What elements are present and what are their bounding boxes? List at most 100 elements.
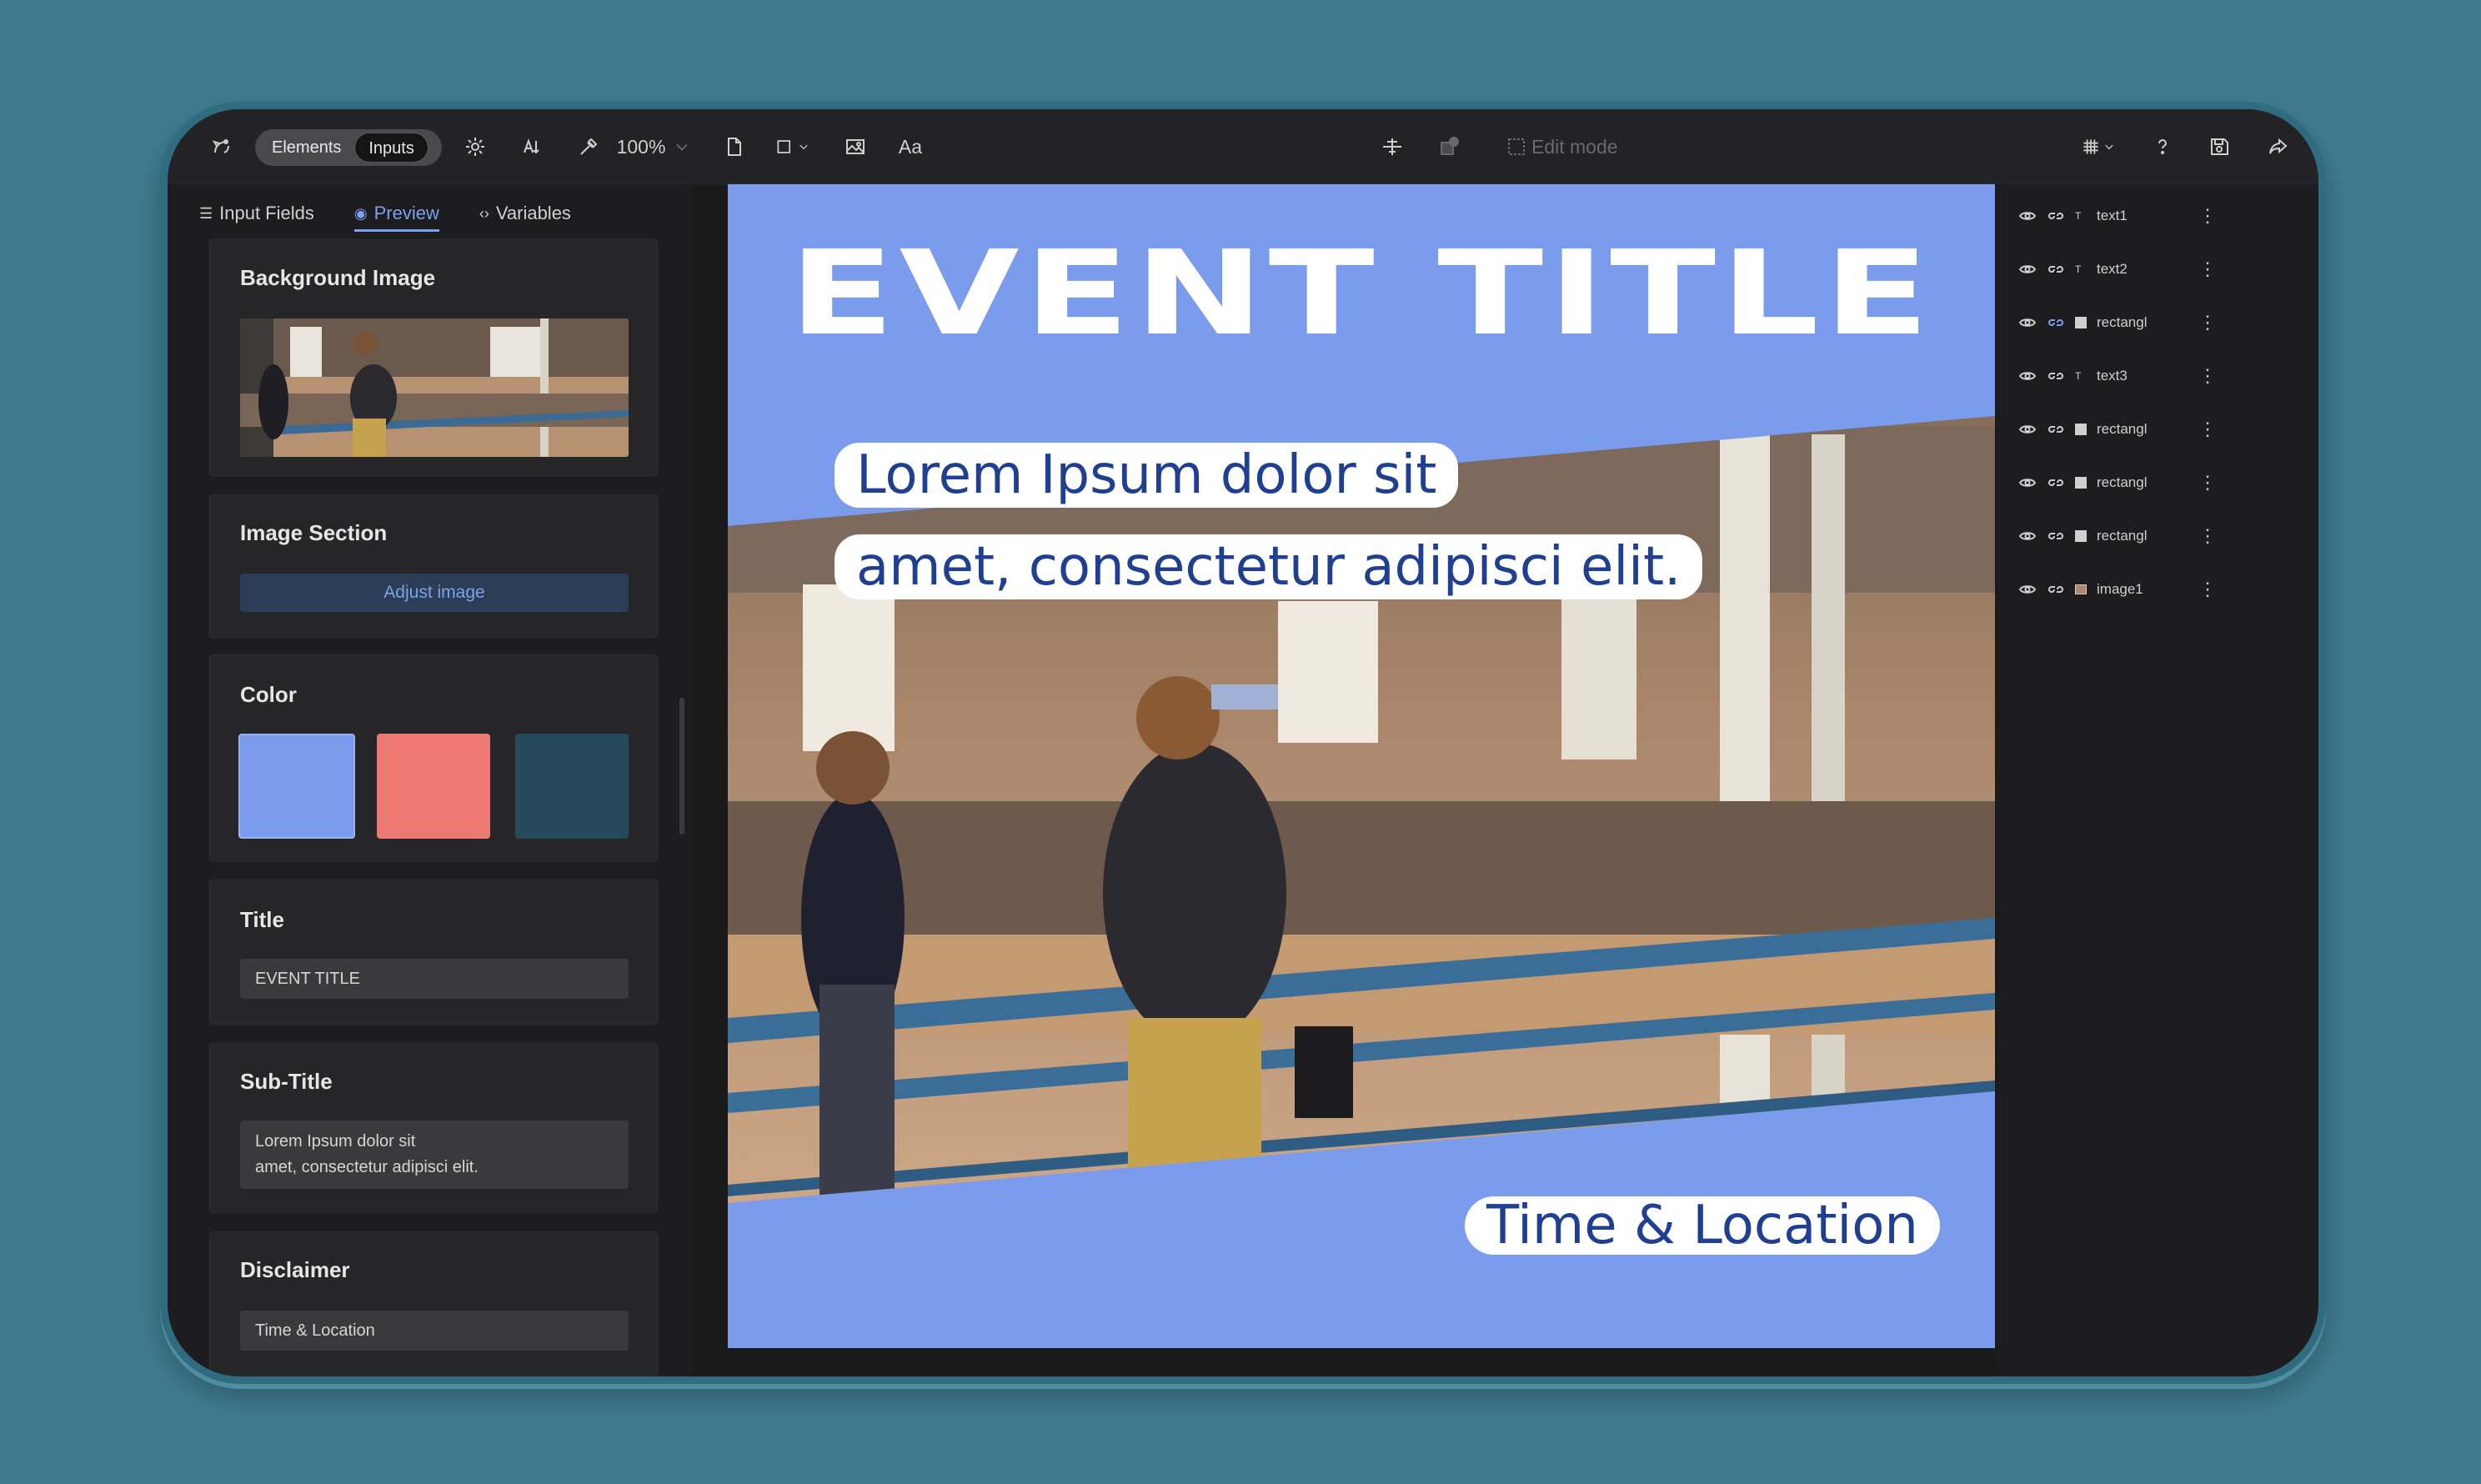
eye-icon: ◉ <box>353 204 368 222</box>
layer-row[interactable]: T text2 ⋮ <box>2018 253 2227 286</box>
eye-icon[interactable] <box>2018 527 2037 545</box>
title-heading: Title <box>240 907 284 932</box>
eye-icon[interactable] <box>2018 420 2037 439</box>
layer-row[interactable]: rectangl ⋮ <box>2018 519 2227 553</box>
disclaimer-heading: Disclaimer <box>240 1257 350 1282</box>
color-swatch-coral[interactable] <box>377 734 490 839</box>
more-icon[interactable]: ⋮ <box>2198 472 2217 494</box>
text-type-icon: T <box>2075 263 2082 275</box>
image-type-icon <box>2075 584 2087 594</box>
left-panel-scrollbar[interactable] <box>679 698 684 835</box>
link-icon[interactable] <box>2047 207 2065 225</box>
eye-icon[interactable] <box>2018 207 2037 225</box>
tab-input-fields[interactable]: ☰ Input Fields <box>199 203 314 224</box>
color-card: Color <box>209 654 658 861</box>
grid-menu-icon[interactable] <box>2073 128 2123 166</box>
zoom-level[interactable]: 100% <box>616 128 666 166</box>
layer-row[interactable]: rectangl ⋮ <box>2018 413 2227 446</box>
subtitle-textarea[interactable]: Lorem Ipsum dolor sit amet, consectetur … <box>240 1121 629 1189</box>
app-logo-icon[interactable] <box>203 128 241 166</box>
eye-icon[interactable] <box>2018 474 2037 492</box>
layer-row[interactable]: T text3 ⋮ <box>2018 359 2227 393</box>
eye-icon[interactable] <box>2018 367 2037 385</box>
code-icon: ‹› <box>479 204 489 222</box>
eye-icon[interactable] <box>2018 260 2037 278</box>
poster-title[interactable]: EVENT TITLE <box>728 226 1995 362</box>
edit-mode-label[interactable]: Edit mode <box>1531 128 1657 166</box>
background-image-card: Background Image <box>209 239 658 476</box>
settings-gear-icon[interactable] <box>456 128 494 166</box>
eye-icon[interactable] <box>2018 313 2037 332</box>
layer-row[interactable]: rectangl ⋮ <box>2018 306 2227 339</box>
link-icon[interactable] <box>2047 313 2065 332</box>
seg-inputs[interactable]: Inputs <box>354 133 429 163</box>
subtitle-card: Sub-Title Lorem Ipsum dolor sit amet, co… <box>209 1043 658 1213</box>
mask-icon[interactable] <box>1430 128 1468 166</box>
text-type-icon: T <box>2075 210 2082 222</box>
page-icon[interactable] <box>714 128 753 166</box>
shape-tool-icon[interactable] <box>768 128 818 166</box>
image-section-heading: Image Section <box>240 520 388 545</box>
poster-disclaimer[interactable]: Time & Location <box>1465 1196 1940 1255</box>
seg-elements[interactable]: Elements <box>258 133 354 163</box>
panel-tabs: ☰ Input Fields ◉ Preview ‹› Variables <box>199 193 571 234</box>
layer-row[interactable]: rectangl ⋮ <box>2018 466 2227 499</box>
more-icon[interactable]: ⋮ <box>2198 525 2217 547</box>
color-heading: Color <box>240 682 297 707</box>
color-swatch-blue[interactable] <box>238 734 355 839</box>
more-icon[interactable]: ⋮ <box>2198 579 2217 600</box>
layer-label: text3 <box>2097 368 2128 384</box>
layers-panel: T text1 ⋮ T text2 ⋮ rectangl ⋮ T text3 ⋮ <box>1998 184 2318 1376</box>
share-icon[interactable] <box>2258 128 2297 166</box>
poster-subtitle-line2[interactable]: amet, consectetur adipisci elit. <box>835 534 1703 599</box>
color-swatch-teal[interactable] <box>515 734 629 839</box>
more-icon[interactable]: ⋮ <box>2198 205 2217 227</box>
more-icon[interactable]: ⋮ <box>2198 365 2217 387</box>
tab-preview-label: Preview <box>373 203 439 223</box>
text-style-icon[interactable] <box>513 128 551 166</box>
link-icon[interactable] <box>2047 580 2065 599</box>
edit-mode-icon[interactable] <box>1500 128 1533 166</box>
layer-label: text2 <box>2097 261 2128 277</box>
link-icon[interactable] <box>2047 367 2065 385</box>
zoom-chevron-down-icon[interactable] <box>671 128 693 166</box>
background-image-thumbnail[interactable] <box>240 318 629 457</box>
layer-label: rectangl <box>2097 528 2148 544</box>
image-tool-icon[interactable] <box>836 128 875 166</box>
disclaimer-input[interactable]: Time & Location <box>240 1311 629 1351</box>
more-icon[interactable]: ⋮ <box>2198 258 2217 280</box>
eye-icon[interactable] <box>2018 580 2037 599</box>
more-icon[interactable]: ⋮ <box>2198 312 2217 333</box>
image-section-card: Image Section Adjust image <box>209 494 658 638</box>
poster-subtitle-line1[interactable]: Lorem Ipsum dolor sit <box>835 443 1459 508</box>
more-icon[interactable]: ⋮ <box>2198 419 2217 440</box>
save-icon[interactable] <box>2200 128 2238 166</box>
layer-label: text1 <box>2097 208 2128 223</box>
title-input[interactable]: EVENT TITLE <box>240 959 629 999</box>
adjust-image-button[interactable]: Adjust image <box>240 574 629 612</box>
text-tool[interactable]: Aa <box>891 128 930 166</box>
rect-type-icon <box>2075 317 2087 328</box>
eyedropper-icon[interactable] <box>569 128 608 166</box>
tab-preview[interactable]: ◉ Preview <box>353 203 439 232</box>
tab-variables[interactable]: ‹› Variables <box>479 203 571 224</box>
text-type-icon: T <box>2075 370 2082 382</box>
link-icon[interactable] <box>2047 527 2065 545</box>
layer-row[interactable]: T text1 ⋮ <box>2018 199 2227 233</box>
background-image-heading: Background Image <box>240 265 436 290</box>
app-window: Elements Inputs 100% Aa Edit mode ☰ Inpu… <box>160 102 2326 1384</box>
help-icon[interactable] <box>2143 128 2182 166</box>
layer-row[interactable]: image1 ⋮ <box>2018 573 2227 606</box>
link-icon[interactable] <box>2047 260 2065 278</box>
disclaimer-card: Disclaimer Time & Location <box>209 1231 658 1376</box>
title-card: Title EVENT TITLE <box>209 880 658 1025</box>
link-icon[interactable] <box>2047 420 2065 439</box>
layer-label: rectangl <box>2097 474 2148 490</box>
rect-type-icon <box>2075 424 2087 435</box>
tab-input-fields-label: Input Fields <box>219 203 314 223</box>
link-icon[interactable] <box>2047 474 2065 492</box>
align-center-icon[interactable] <box>1373 128 1411 166</box>
elements-inputs-toggle[interactable]: Elements Inputs <box>255 129 442 166</box>
poster-canvas[interactable]: EVENT TITLE Lorem Ipsum dolor sit amet, … <box>728 184 1995 1348</box>
tab-variables-label: Variables <box>495 203 571 223</box>
